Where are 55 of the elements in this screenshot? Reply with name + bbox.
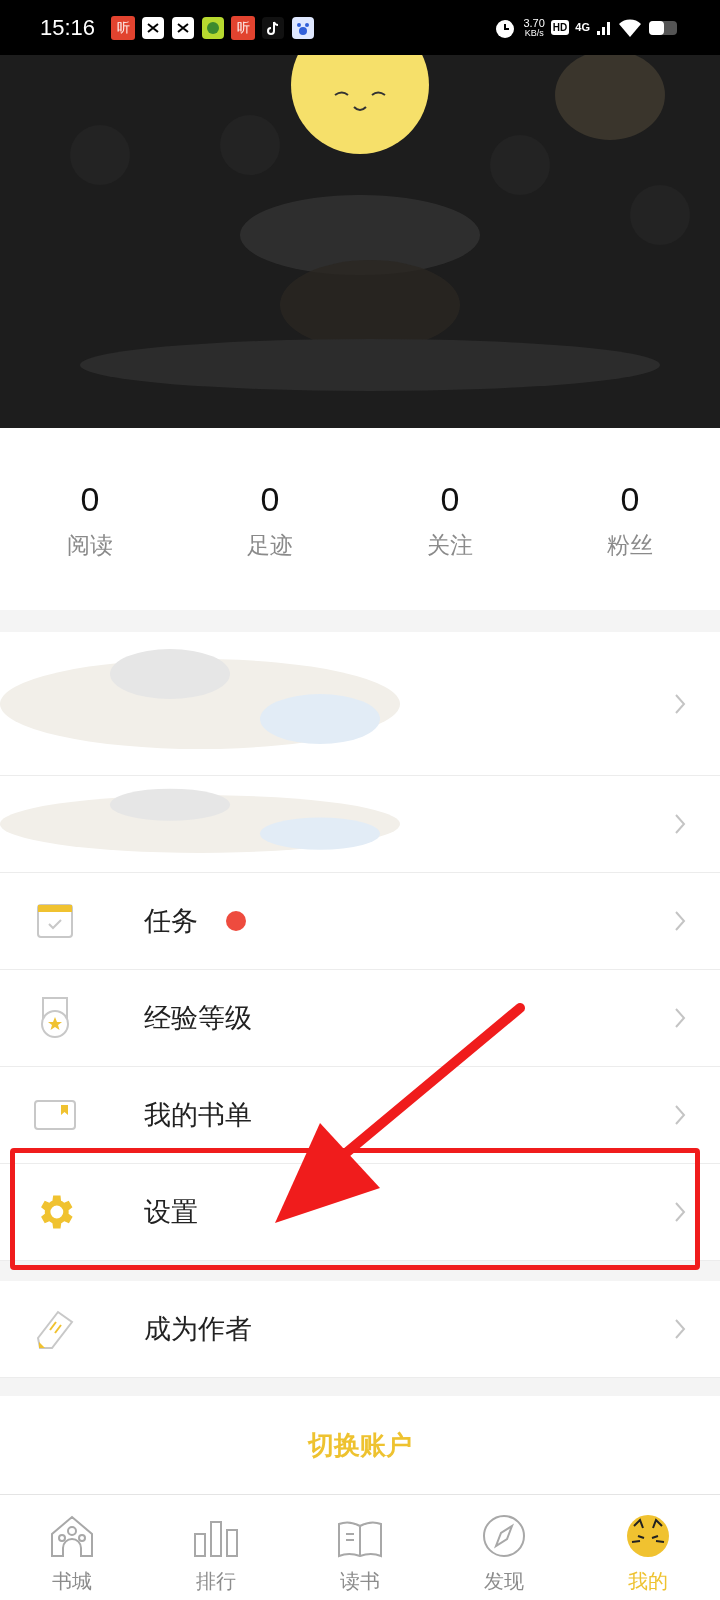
menu-item[interactable]: 设置 [0, 1164, 720, 1261]
stat-label: 阅读 [67, 533, 113, 557]
open-book-icon [337, 1520, 383, 1558]
battery-icon [648, 18, 680, 37]
music-icon [201, 15, 226, 40]
stat-label: 关注 [427, 533, 473, 557]
menu-item[interactable]: 成为作者 [0, 1281, 720, 1378]
stat-count: 0 [620, 481, 640, 516]
menu-item[interactable] [0, 632, 720, 776]
bookmark-card-icon [33, 1099, 77, 1131]
clock-time: 15:16 [40, 14, 96, 42]
hd-badge: HD [550, 20, 570, 35]
network-type: 4G [575, 20, 590, 36]
stat-label: 足迹 [247, 533, 293, 557]
network-speed: 3.70 [523, 17, 545, 29]
chevron-right-icon [674, 1318, 686, 1340]
house-icon [49, 1514, 95, 1558]
calendar-icon [36, 902, 74, 940]
stat-count: 0 [440, 481, 460, 516]
menu-item[interactable]: 我的书单 [0, 1067, 720, 1164]
menu-label: 经验等级 [144, 1001, 252, 1035]
stat-count: 0 [260, 481, 280, 516]
chevron-right-icon [674, 910, 686, 932]
app-notification-icon [171, 15, 196, 40]
paw-icon [291, 15, 316, 40]
menu-label: 设置 [144, 1195, 198, 1229]
music-note-icon [261, 15, 286, 40]
menu-label: 我的书单 [144, 1098, 252, 1132]
app-notification-icon: 听 [111, 15, 136, 40]
stat-label: 粉丝 [607, 533, 653, 557]
signal-icon [596, 19, 612, 36]
medal-icon [38, 996, 72, 1040]
chevron-right-icon [674, 692, 686, 715]
stat-count: 0 [80, 481, 100, 516]
compass-icon [482, 1514, 526, 1558]
menu-item[interactable]: 经验等级 [0, 970, 720, 1067]
scissors-icon [141, 15, 166, 40]
network-speed-unit: KB/s [524, 28, 544, 38]
tab-bar-item[interactable]: 排行 [144, 1495, 288, 1600]
chevron-right-icon [674, 1104, 686, 1126]
chevron-right-icon [674, 1007, 686, 1029]
chevron-right-icon [674, 1201, 686, 1223]
tab-bar-item[interactable]: 读书 [288, 1495, 432, 1600]
tab-bar-item[interactable]: 书城 [0, 1495, 144, 1600]
menu-label: 任务 [144, 904, 198, 938]
menu-item[interactable] [0, 776, 720, 873]
cat-face-icon [626, 1514, 670, 1558]
pencil-icon [34, 1308, 76, 1350]
wifi-icon [618, 17, 642, 38]
tab-bar-item[interactable]: 发现 [432, 1495, 576, 1600]
menu-label: 成为作者 [144, 1312, 252, 1346]
chevron-right-icon [674, 813, 686, 835]
menu-item[interactable]: 任务 [0, 873, 720, 970]
bar-chart-icon [193, 1520, 239, 1558]
app-notification-icon: 听 [231, 15, 256, 40]
